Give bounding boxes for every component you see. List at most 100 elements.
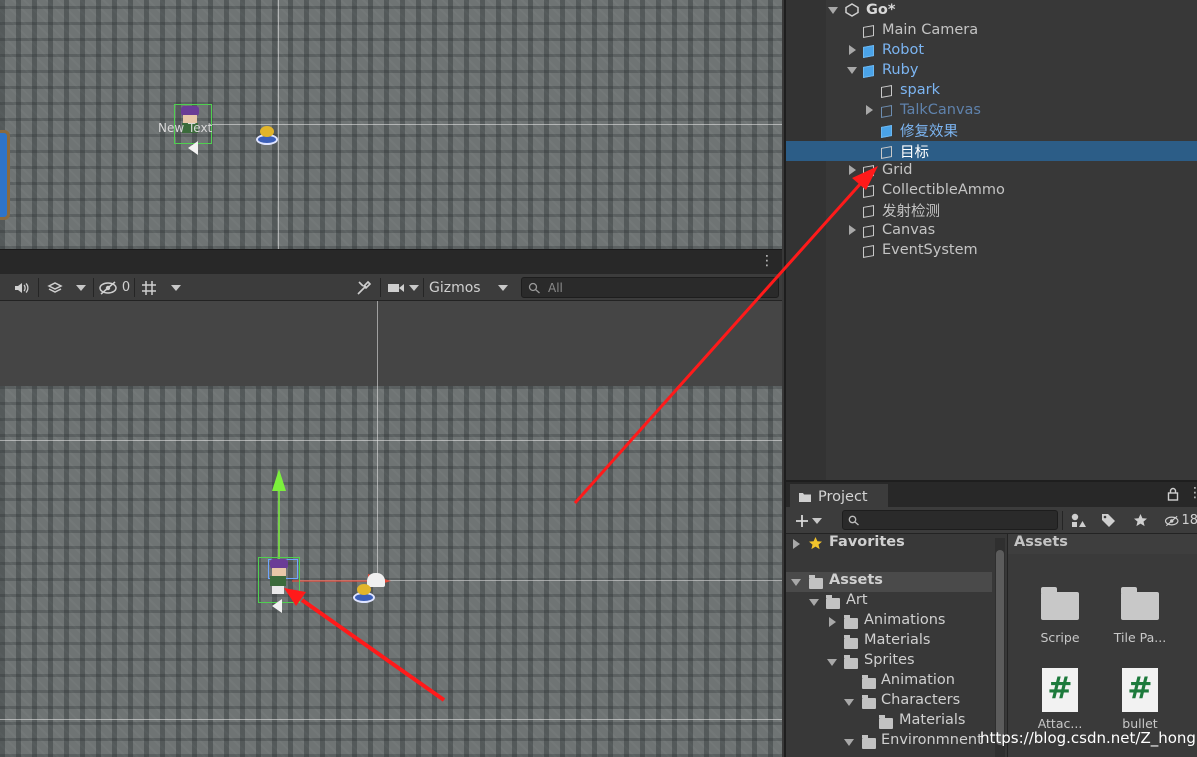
hierarchy-item-launch-detect[interactable]: 发射检测 — [786, 200, 1197, 220]
search-by-type-icon[interactable] — [1066, 510, 1090, 531]
tree-item-animation[interactable]: Animation — [786, 672, 992, 692]
tree-scrollbar[interactable] — [995, 538, 1005, 757]
hidden-packages-toggle[interactable]: 18 — [1164, 510, 1197, 531]
expand-arrow-icon[interactable] — [849, 45, 856, 55]
plus-icon — [795, 514, 808, 527]
hierarchy-item-event-system[interactable]: EventSystem — [786, 240, 1197, 260]
grid-line — [210, 124, 782, 125]
toolbar-separator — [38, 278, 39, 297]
tree-item-label: Characters — [881, 692, 961, 708]
tree-item-animations[interactable]: Animations — [786, 612, 992, 632]
tree-item-environment[interactable]: Environmnent — [786, 732, 992, 752]
tab-project[interactable]: Project — [790, 484, 888, 507]
grid-dropdown[interactable] — [164, 277, 188, 298]
move-gizmo[interactable] — [0, 301, 782, 757]
gameobject-cube-icon — [861, 223, 876, 238]
gizmos-dropdown[interactable] — [492, 277, 514, 298]
tools-icon[interactable] — [350, 277, 378, 298]
effects-toggle-icon[interactable] — [42, 277, 68, 298]
expand-arrow-icon[interactable] — [844, 699, 854, 706]
hierarchy-item-grid[interactable]: Grid — [786, 160, 1197, 180]
expand-arrow-icon[interactable] — [809, 599, 819, 606]
ammo-pickup-sprite[interactable] — [256, 126, 278, 146]
search-by-label-icon[interactable] — [1096, 510, 1120, 531]
tree-item-favorites[interactable]: Favorites — [786, 534, 992, 554]
expand-arrow-icon[interactable] — [849, 225, 856, 235]
watermark-text: https://blog.csdn.net/Z_hongli — [980, 729, 1197, 747]
tree-item-materials[interactable]: Materials — [786, 632, 992, 652]
camera-settings-button[interactable] — [384, 277, 422, 298]
asset-folder-scripe[interactable]: Scripe — [1020, 586, 1100, 656]
expand-arrow-icon[interactable] — [829, 617, 836, 627]
scene-search-placeholder: All — [548, 280, 563, 295]
hierarchy-item-main-camera[interactable]: Main Camera — [786, 20, 1197, 40]
more-options-icon[interactable]: ⋮ — [1188, 485, 1197, 501]
effects-dropdown[interactable] — [70, 277, 92, 298]
hidden-objects-toggle[interactable]: 0 — [96, 277, 132, 298]
gameobject-cube-icon — [861, 243, 876, 258]
star-icon — [809, 537, 822, 550]
tree-item-characters-materials[interactable]: Materials — [786, 712, 992, 732]
hierarchy-item-robot[interactable]: Robot — [786, 40, 1197, 60]
favorites-star-icon[interactable] — [1128, 510, 1152, 531]
gameobject-cube-icon — [861, 183, 876, 198]
create-button[interactable] — [792, 510, 824, 531]
hierarchy-item-label: CollectibleAmmo — [882, 182, 1005, 198]
scrollbar-thumb[interactable] — [996, 550, 1004, 745]
expand-arrow-icon[interactable] — [828, 7, 838, 14]
ruby-scene-sprite[interactable] — [258, 557, 300, 603]
scene-view[interactable] — [0, 301, 782, 757]
ruby-face — [272, 568, 286, 576]
chevron-down-icon — [409, 284, 419, 291]
chevron-down-icon — [171, 284, 181, 291]
expand-arrow-icon[interactable] — [844, 739, 854, 746]
hierarchy-panel: Go* Main Camera Robot Ruby spark TalkCan… — [784, 0, 1197, 480]
hierarchy-item-label: Ruby — [882, 62, 919, 78]
gizmos-button[interactable]: Gizmos — [426, 277, 490, 298]
tree-item-sprites[interactable]: Sprites — [786, 652, 992, 672]
prefab-cube-icon — [861, 43, 876, 58]
asset-script-attac[interactable]: # Attac... — [1020, 666, 1100, 736]
toolbar-separator — [380, 278, 381, 297]
expand-arrow-icon[interactable] — [793, 539, 800, 549]
eye-slash-icon — [1164, 515, 1179, 526]
project-panel: Project ⋮ 18 Favorites Assets Art Animat… — [784, 480, 1197, 757]
chevron-down-icon — [498, 284, 508, 291]
asset-folder-tile-palette[interactable]: Tile Pa... — [1100, 586, 1180, 656]
hierarchy-item-spark[interactable]: spark — [786, 80, 1197, 100]
hierarchy-item-repair-effect[interactable]: 修复效果 — [786, 120, 1197, 140]
hierarchy-item-canvas[interactable]: Canvas — [786, 220, 1197, 240]
expand-arrow-icon[interactable] — [849, 165, 856, 175]
project-search-input[interactable] — [842, 510, 1058, 530]
expand-arrow-icon[interactable] — [827, 659, 837, 666]
search-icon — [528, 282, 540, 293]
asset-script-bullet[interactable]: # bullet — [1100, 666, 1180, 736]
scene-search-input[interactable]: All — [521, 277, 779, 298]
csharp-script-icon: # — [1122, 668, 1158, 712]
project-tab-strip: Project ⋮ — [786, 482, 1197, 507]
expand-arrow-icon[interactable] — [866, 105, 873, 115]
csharp-script-icon: # — [1042, 668, 1078, 712]
hierarchy-item-ruby[interactable]: Ruby — [786, 60, 1197, 80]
lock-icon[interactable] — [1167, 487, 1179, 501]
hierarchy-item-target[interactable]: 目标 — [786, 141, 1197, 161]
hierarchy-item-collectible-ammo[interactable]: CollectibleAmmo — [786, 180, 1197, 200]
folder-icon — [799, 492, 811, 502]
tree-item-characters[interactable]: Characters — [786, 692, 992, 712]
folder-icon — [862, 735, 876, 749]
audio-toggle-icon[interactable] — [8, 277, 36, 298]
ammo-pickup-sprite[interactable] — [353, 584, 375, 604]
expand-arrow-icon[interactable] — [791, 579, 801, 586]
tree-item-art[interactable]: Art — [786, 592, 992, 612]
hierarchy-item-talkcanvas[interactable]: TalkCanvas — [786, 100, 1197, 120]
chevron-down-icon — [811, 517, 822, 524]
hierarchy-item-label: 修复效果 — [900, 123, 958, 140]
grid-toggle-icon[interactable] — [137, 277, 161, 298]
scene-root-row[interactable]: Go* — [786, 0, 1197, 20]
expand-arrow-icon[interactable] — [847, 67, 857, 74]
unity-scene-icon — [845, 3, 859, 17]
folder-icon — [1121, 587, 1159, 620]
gizmo-y-arrowhead[interactable] — [272, 469, 286, 491]
more-options-icon[interactable]: ⋮ — [760, 253, 774, 269]
tree-item-assets[interactable]: Assets — [786, 572, 992, 592]
